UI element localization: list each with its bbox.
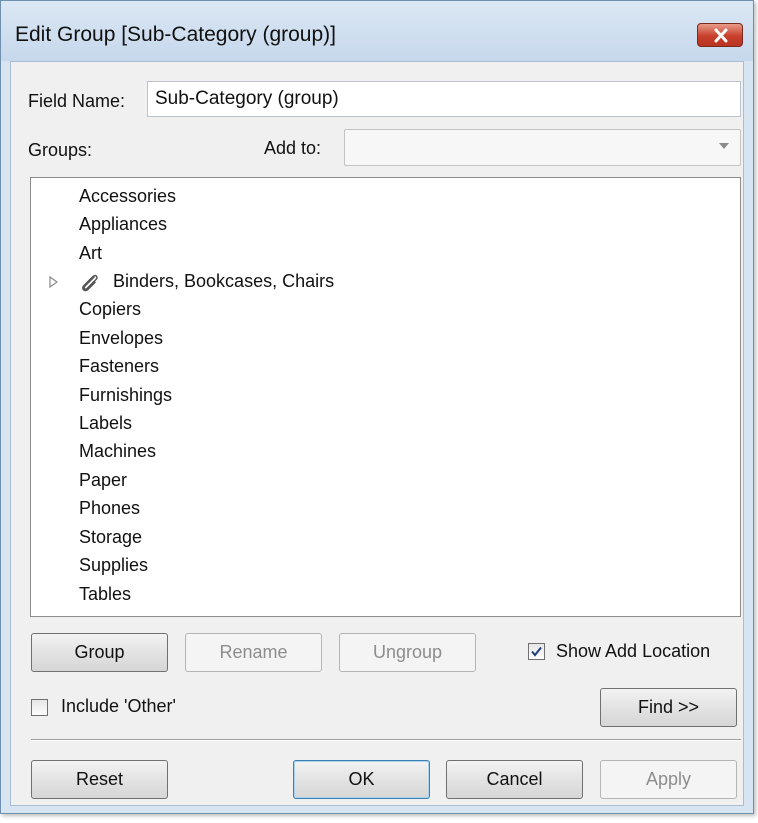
list-item[interactable]: Copiers — [79, 298, 141, 320]
close-button[interactable] — [697, 23, 743, 47]
list-item[interactable]: Storage — [79, 526, 142, 548]
groups-list[interactable]: Accessories Appliances Art Binders, Book… — [30, 177, 741, 617]
list-item[interactable]: Tables — [79, 583, 131, 605]
list-item[interactable]: Machines — [79, 440, 156, 462]
find-button[interactable]: Find >> — [600, 688, 737, 727]
include-other-label: Include 'Other' — [61, 696, 176, 716]
list-item[interactable]: Fasteners — [79, 355, 159, 377]
field-name-input[interactable]: Sub-Category (group) — [147, 81, 741, 117]
cancel-button[interactable]: Cancel — [446, 760, 583, 799]
list-item[interactable]: Art — [79, 242, 102, 264]
list-item[interactable]: Envelopes — [79, 327, 163, 349]
list-item[interactable]: Furnishings — [79, 384, 172, 406]
dialog-title: Edit Group [Sub-Category (group)] — [15, 23, 336, 46]
checkmark-icon — [531, 646, 542, 657]
add-to-label: Add to: — [264, 138, 322, 158]
ungroup-button[interactable]: Ungroup — [339, 633, 476, 672]
include-other-checkbox[interactable] — [31, 699, 48, 716]
list-item[interactable]: Appliances — [79, 213, 167, 235]
field-name-label: Field Name: — [28, 91, 126, 111]
list-item[interactable]: Paper — [79, 469, 127, 491]
dialog-body: Field Name: Sub-Category (group) Groups:… — [10, 61, 744, 806]
rename-button[interactable]: Rename — [185, 633, 322, 672]
reset-button[interactable]: Reset — [31, 760, 168, 799]
groups-label: Groups: — [28, 140, 93, 160]
show-add-location-label: Show Add Location — [556, 641, 711, 661]
edit-group-dialog: Edit Group [Sub-Category (group)] Field … — [0, 0, 754, 814]
title-bar[interactable]: Edit Group [Sub-Category (group)] — [1, 1, 753, 61]
list-item[interactable]: Supplies — [79, 554, 148, 576]
chevron-down-icon — [719, 143, 729, 149]
expand-arrow-icon[interactable] — [49, 276, 58, 288]
apply-button[interactable]: Apply — [600, 760, 737, 799]
ok-button[interactable]: OK — [293, 760, 430, 799]
list-item[interactable]: Accessories — [79, 185, 176, 207]
list-item-group[interactable]: Binders, Bookcases, Chairs — [113, 270, 334, 292]
show-add-location-checkbox[interactable] — [528, 643, 545, 660]
group-button[interactable]: Group — [31, 633, 168, 672]
add-to-dropdown[interactable] — [344, 129, 741, 166]
separator — [31, 739, 741, 741]
close-icon — [714, 28, 728, 43]
paperclip-icon — [82, 274, 98, 292]
list-item[interactable]: Phones — [79, 497, 140, 519]
list-item[interactable]: Labels — [79, 412, 132, 434]
